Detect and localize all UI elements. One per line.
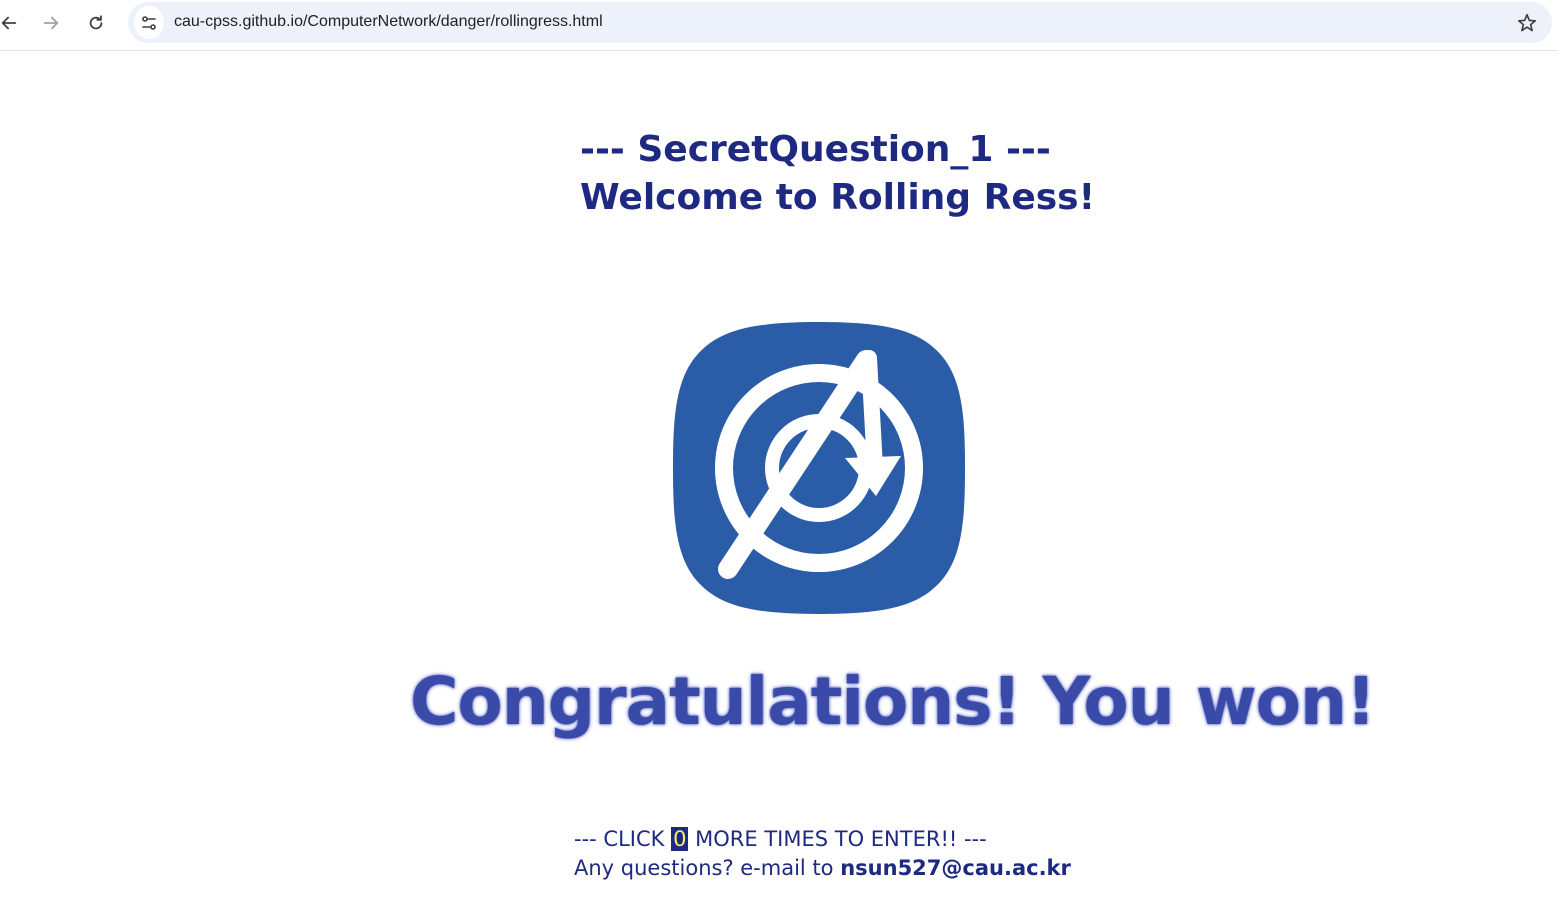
back-button[interactable]: [0, 8, 24, 38]
click-suffix: MORE TIMES TO ENTER!! ---: [695, 827, 987, 851]
page-title: --- SecretQuestion_1 ---: [580, 129, 1051, 170]
click-counter: 0: [671, 827, 689, 851]
url-text[interactable]: cau-cpss.github.io/ComputerNetwork/dange…: [174, 13, 603, 31]
reload-icon: [89, 15, 103, 30]
star-icon[interactable]: [1516, 12, 1538, 34]
address-bar[interactable]: cau-cpss.github.io/ComputerNetwork/dange…: [128, 2, 1552, 43]
reload-button[interactable]: [81, 8, 111, 38]
page-subtitle: Welcome to Rolling Ress!: [580, 177, 1096, 218]
browser-toolbar: cau-cpss.github.io/ComputerNetwork/dange…: [0, 0, 1558, 51]
contact-prefix: Any questions? e-mail to: [574, 856, 834, 880]
congratulations-message: Congratulations! You won!: [410, 663, 1376, 740]
site-info-button[interactable]: [134, 6, 164, 39]
forward-button[interactable]: [36, 8, 66, 38]
click-prefix: --- CLICK: [574, 827, 665, 851]
site-info-icon: [142, 15, 156, 30]
contact-email[interactable]: nsun527@cau.ac.kr: [840, 856, 1071, 880]
forward-arrow-icon: [43, 16, 59, 30]
click-instruction: --- CLICK 0 MORE TIMES TO ENTER!! ---: [574, 827, 987, 851]
back-arrow-icon: [1, 16, 17, 30]
rolling-ress-logo[interactable]: [671, 320, 967, 616]
page-content: --- SecretQuestion_1 --- Welcome to Roll…: [0, 51, 1558, 919]
contact-line: Any questions? e-mail to nsun527@cau.ac.…: [574, 856, 1071, 880]
